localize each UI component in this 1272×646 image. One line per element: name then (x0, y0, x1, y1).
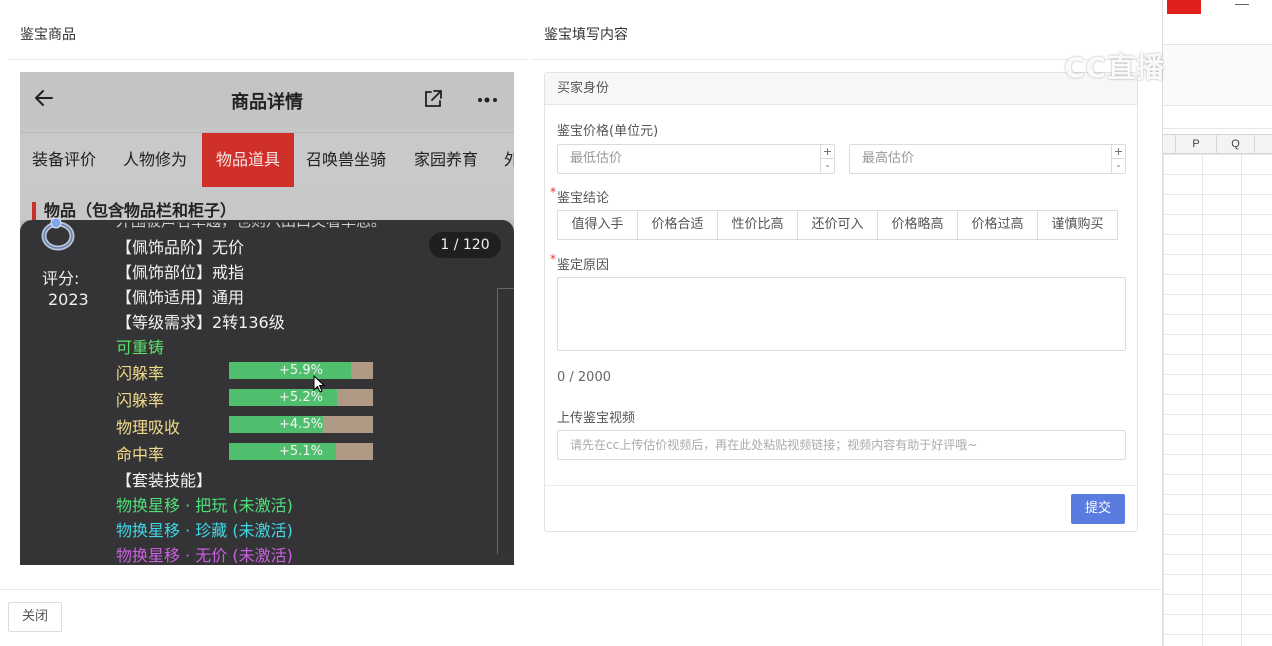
min-price-placeholder: 最低估价 (570, 151, 623, 166)
increment-icon[interactable]: + (1112, 145, 1125, 159)
set-skill: 物换星移 · 把玩 (未激活) (116, 496, 293, 515)
more-icon (478, 97, 497, 103)
stat-bar: +5.2% (229, 389, 373, 406)
stat-value: +5.9% (279, 363, 323, 378)
phone-tab-equipment: 装备评价 (32, 150, 97, 169)
column-p[interactable]: P (1176, 135, 1217, 153)
attr-usage: 【佩饰适用】通用 (116, 288, 245, 307)
stat-name: 闪躲率 (116, 364, 165, 383)
buyer-identity-header: 买家身份 (545, 73, 1137, 105)
submit-button[interactable]: 提交 (1071, 494, 1125, 524)
price-label: 鉴宝价格(单位元) (557, 124, 659, 139)
stat-value: +5.2% (279, 390, 323, 405)
phone-tab-home: 家园养育 (414, 150, 479, 169)
sheet-grid (1163, 154, 1272, 646)
conclusion-options: 值得入手 价格合适 性价比高 还价可入 价格略高 价格过高 谨慎购买 (557, 210, 1118, 240)
set-skill: 物换星移 · 珍藏 (未激活) (116, 521, 293, 540)
max-price-placeholder: 最高估价 (862, 151, 915, 166)
phone-tab-more: 外 (504, 150, 514, 169)
phone-tab-items: 物品道具 (202, 133, 294, 187)
stat-name: 闪躲率 (116, 391, 165, 410)
video-link-input[interactable]: 请先在cc上传估价视频后，再在此处粘贴视频链接；视频内容有助于好评哦~ (557, 430, 1126, 460)
conclusion-option[interactable]: 价格过高 (957, 210, 1038, 240)
appraisal-form-title: 鉴宝填写内容 (544, 27, 628, 43)
reason-label: * 鉴定原因 (550, 252, 610, 273)
video-label: 上传鉴宝视频 (557, 411, 636, 426)
conclusion-option[interactable]: 价格略高 (877, 210, 958, 240)
stat-value: +4.5% (279, 417, 323, 432)
attr-level: 【等级需求】2转136级 (116, 313, 285, 332)
watermark-logo: CC直播 (1064, 51, 1166, 84)
min-price-stepper[interactable]: + - (820, 145, 834, 173)
column-q[interactable]: Q (1217, 135, 1255, 153)
mouse-cursor-icon (313, 375, 326, 393)
image-page-counter: 1 / 120 (429, 232, 501, 258)
decrement-icon[interactable]: - (1112, 159, 1125, 173)
set-skill: 物换星移 · 无价 (未激活) (116, 546, 293, 565)
conclusion-option[interactable]: 性价比高 (717, 210, 798, 240)
phone-header: 商品详情 (20, 72, 514, 128)
phone-tab-bar: 装备评价 人物修为 物品道具 召唤兽坐骑 家园养育 外 (20, 132, 514, 187)
sheet-red-tab (1167, 0, 1201, 14)
score-label: 评分: (42, 269, 80, 288)
max-price-stepper[interactable]: + - (1111, 145, 1125, 173)
attr-grade: 【佩饰品阶】无价 (116, 238, 245, 257)
stat-bar: +4.5% (229, 416, 373, 433)
stat-name: 物理吸收 (116, 418, 181, 437)
phone-tab-pets: 召唤兽坐骑 (306, 150, 387, 169)
char-counter: 0 / 2000 (557, 370, 611, 385)
conclusion-label: * 鉴宝结论 (550, 185, 610, 206)
increment-icon[interactable]: + (821, 145, 834, 159)
conclusion-option[interactable]: 谨慎购买 (1037, 210, 1118, 240)
max-price-input[interactable]: 最高估价 + - (849, 144, 1126, 174)
recastable-label: 可重铸 (116, 338, 165, 357)
stat-value: +5.1% (279, 444, 323, 459)
phone-tab-character: 人物修为 (123, 150, 188, 169)
appraisal-form: 买家身份 鉴宝价格(单位元) 最低估价 + - 最高估价 + - * 鉴宝结论 值… (544, 72, 1138, 532)
min-price-input[interactable]: 最低估价 + - (557, 144, 835, 174)
background-spreadsheet: P Q (1163, 0, 1272, 646)
attr-slot: 【佩饰部位】戒指 (116, 263, 245, 282)
share-icon (425, 90, 442, 107)
item-screenshot: 商品详情 装备评价 人物修为 物品道具 召唤兽坐骑 家园养育 外 物品（包含物品… (20, 72, 514, 565)
reason-textarea[interactable] (557, 277, 1126, 351)
decrement-icon[interactable]: - (821, 159, 834, 173)
conclusion-option[interactable]: 还价可入 (797, 210, 878, 240)
ring-icon (41, 217, 75, 251)
close-button[interactable]: 关闭 (8, 602, 62, 632)
conclusion-option[interactable]: 价格合适 (637, 210, 718, 240)
set-skill-title: 【套装技能】 (116, 471, 213, 490)
score-value: 2023 (48, 290, 89, 309)
appraisal-item-title: 鉴宝商品 (20, 27, 76, 43)
sheet-ribbon (1163, 45, 1272, 105)
item-tooltip: 外围被声名卓越，也则八田口又看卓忍。 评分: 2023 1 / 120 【佩饰品… (20, 217, 514, 565)
sheet-column-header: P Q (1163, 134, 1272, 154)
conclusion-option[interactable]: 值得入手 (557, 210, 638, 240)
stat-bar: +5.9% (229, 362, 373, 379)
tooltip-scrollbar (497, 288, 514, 554)
stat-bar: +5.1% (229, 443, 373, 460)
minimize-icon[interactable] (1235, 4, 1249, 5)
appraisal-modal: 鉴宝商品 鉴宝填写内容 商品详情 装备评价 人物修为 物品道具 召唤兽坐骑 家园… (0, 0, 1163, 646)
stat-name: 命中率 (116, 445, 165, 464)
